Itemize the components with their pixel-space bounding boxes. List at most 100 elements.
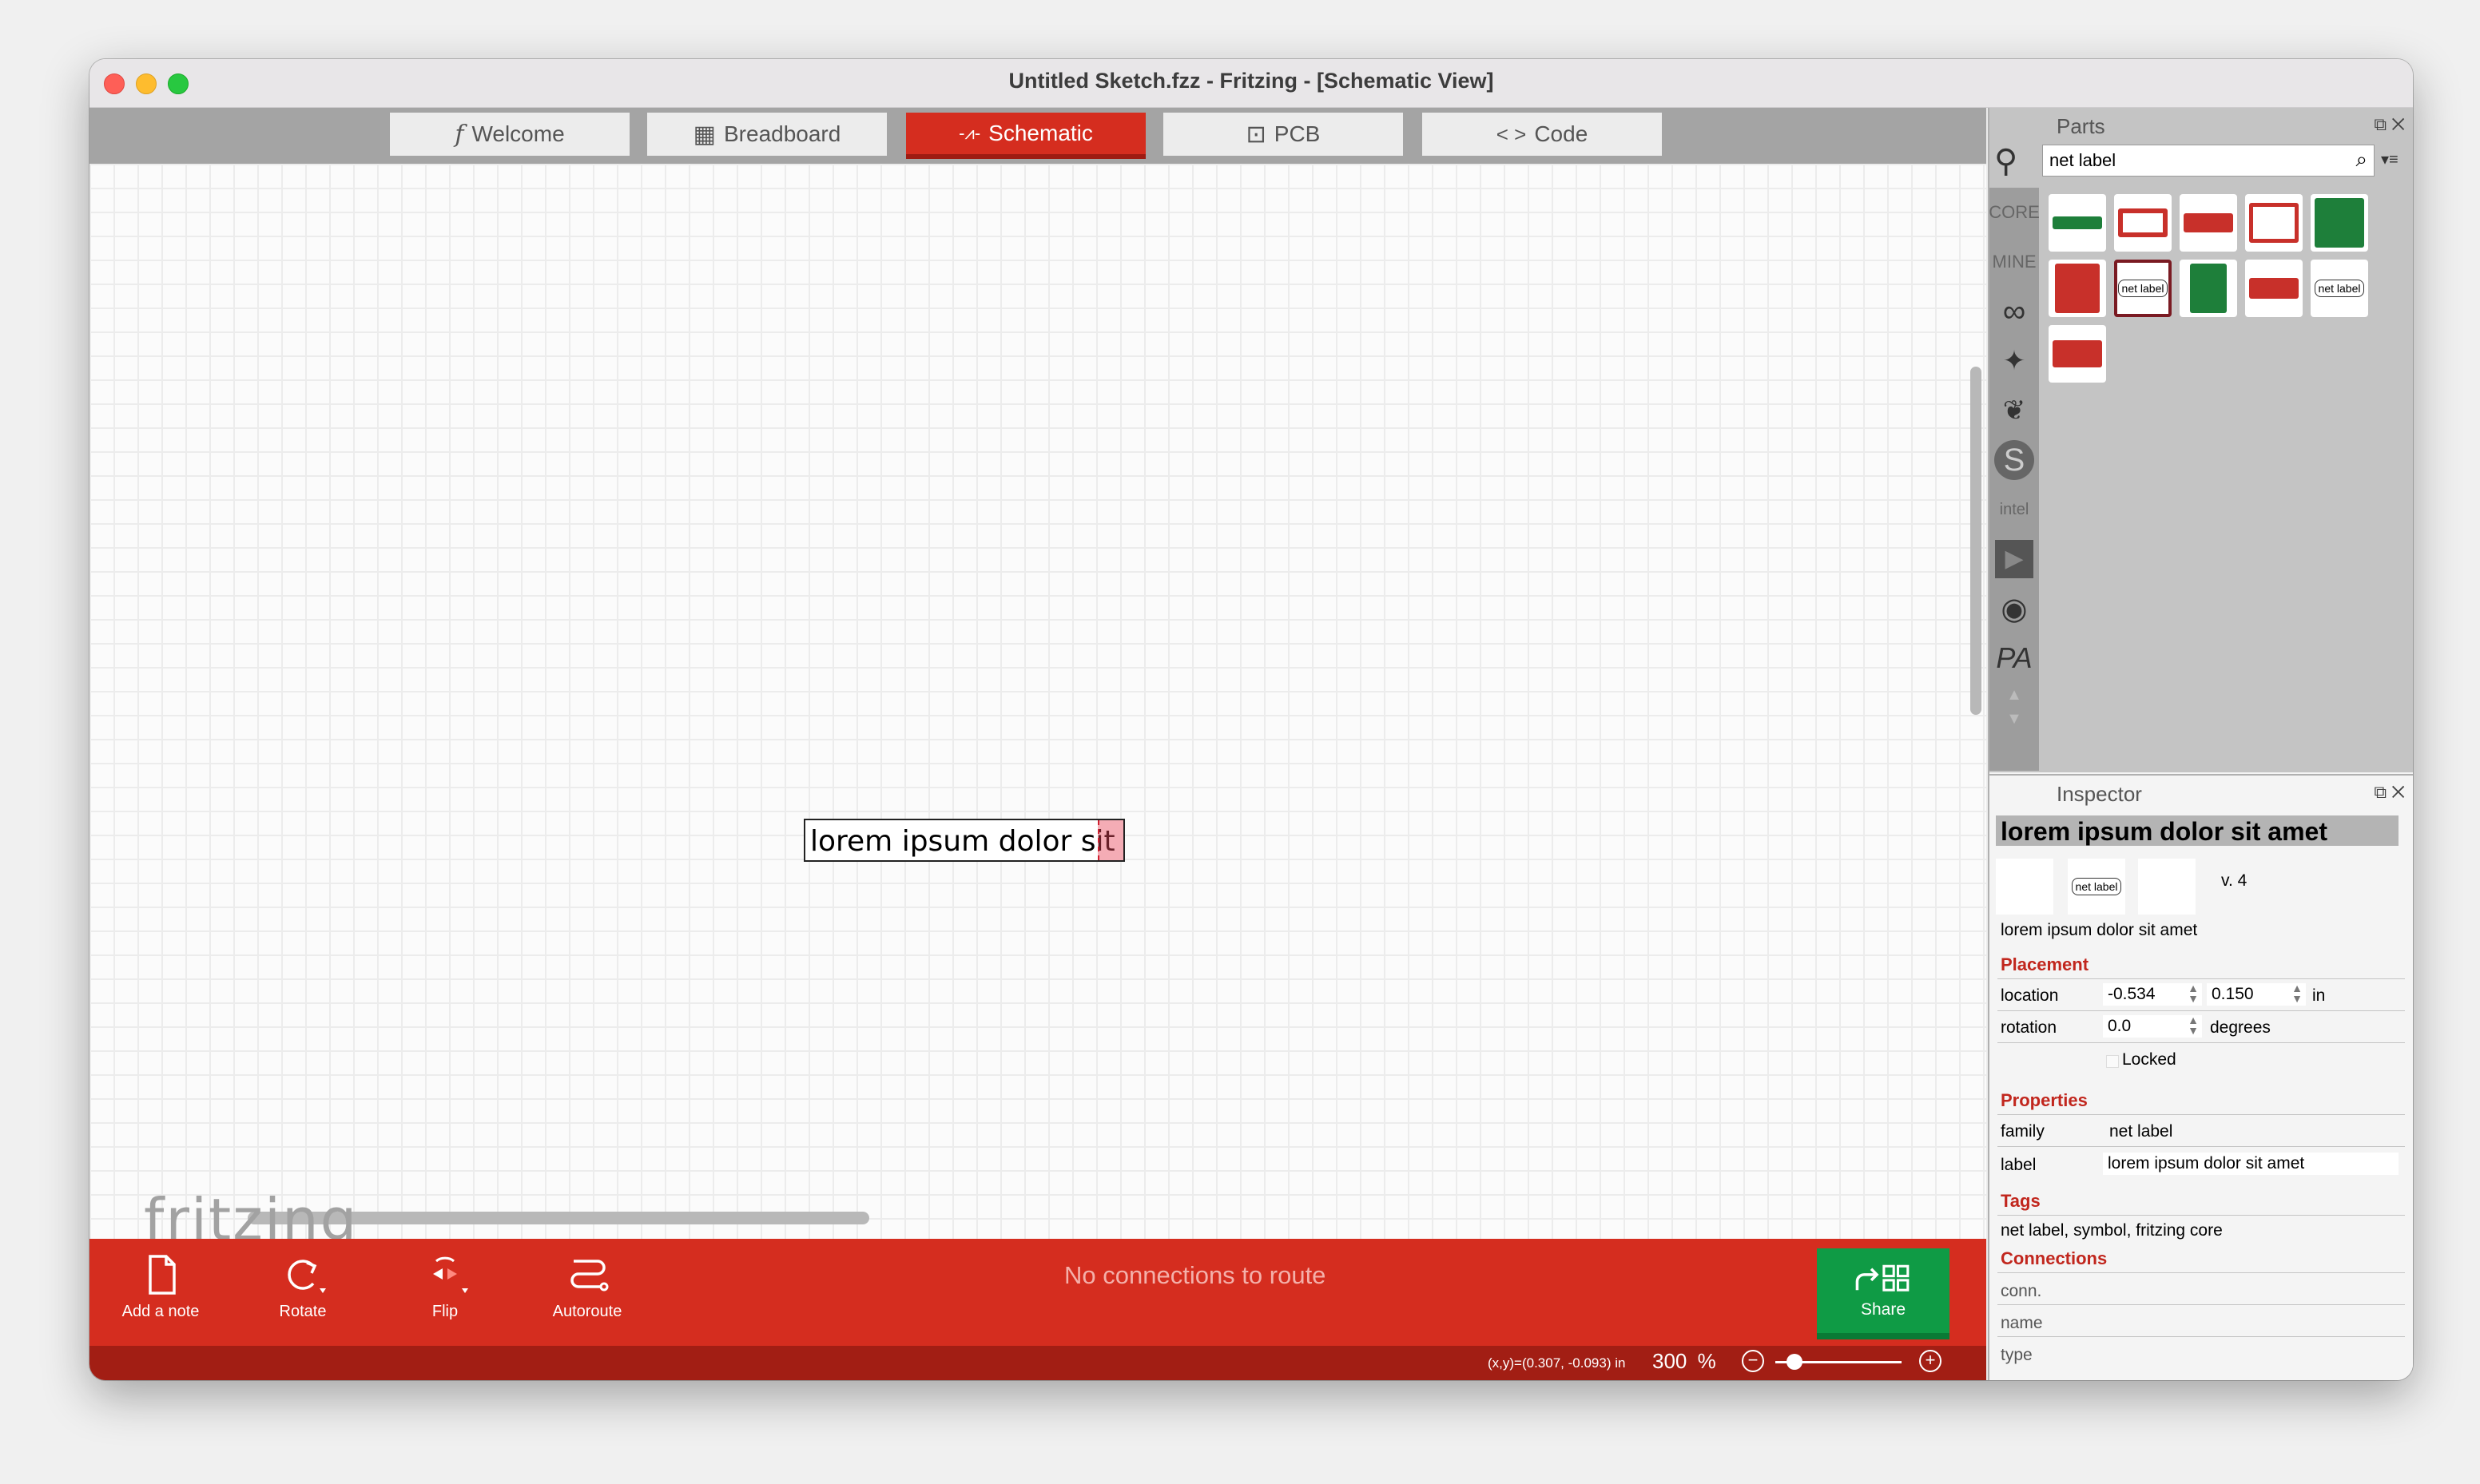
breadboard-view-thumb bbox=[1996, 859, 2053, 915]
spinner-arrows-icon[interactable]: ▲ ▼ bbox=[2291, 982, 2303, 1004]
autoroute-icon bbox=[570, 1260, 609, 1292]
net-label-part[interactable]: lorem ipsum dolor sit an bbox=[804, 819, 1125, 862]
inspector-panel-controls[interactable]: ⧉ ✕ bbox=[2374, 782, 2405, 803]
inspector-title: Inspector bbox=[2057, 782, 2142, 806]
tab-welcome[interactable]: f Welcome bbox=[390, 113, 630, 156]
schematic-canvas[interactable]: lorem ipsum dolor sit an fritzing bbox=[89, 164, 1986, 1253]
part-result[interactable] bbox=[2180, 194, 2237, 252]
sparkfun-icon[interactable]: ✦ bbox=[1989, 336, 2039, 386]
magnifier-icon[interactable]: ⌕ bbox=[2355, 147, 2367, 173]
share-icon bbox=[1855, 1264, 1910, 1292]
share-label: Share bbox=[1860, 1300, 1906, 1319]
divider bbox=[1997, 978, 2405, 979]
pcb-view-thumb bbox=[2138, 859, 2196, 915]
conn-row-label: conn. bbox=[2001, 1282, 2042, 1300]
bin-mine[interactable]: MINE bbox=[1989, 237, 2039, 287]
divider bbox=[1997, 1114, 2405, 1115]
part-description: lorem ipsum dolor sit amet bbox=[2001, 921, 2198, 939]
part-result-net-label-selected[interactable]: net label bbox=[2114, 260, 2172, 317]
right-dock: Parts ⧉ ✕ ⚲ net label ⌕ ▾≡ CORE MINE ∞ ✦… bbox=[1988, 108, 2413, 1380]
intel-icon[interactable]: intel bbox=[1989, 485, 2039, 534]
connections-heading: Connections bbox=[2001, 1248, 2108, 1268]
part-result[interactable] bbox=[2180, 260, 2237, 317]
location-y-input[interactable]: 0.150 ▲ ▼ bbox=[2207, 982, 2306, 1006]
tags-value: net label, symbol, fritzing core bbox=[2001, 1221, 2223, 1240]
part-result[interactable] bbox=[2245, 260, 2303, 317]
vertical-scrollbar[interactable] bbox=[1970, 367, 1981, 715]
location-y-value: 0.150 bbox=[2212, 985, 2254, 1003]
arduino-icon[interactable]: ∞ bbox=[1989, 287, 2039, 336]
part-result[interactable] bbox=[2049, 325, 2106, 383]
rotate-icon bbox=[288, 1260, 326, 1293]
parts-bin-list: CORE MINE ∞ ✦ ❦ S intel ▶ ◉ PA ▲ ▼ bbox=[1989, 188, 2040, 771]
divider bbox=[1997, 1336, 2405, 1337]
autoroute-label: Autoroute bbox=[552, 1303, 622, 1320]
part-result[interactable] bbox=[2049, 260, 2106, 317]
divider bbox=[1997, 1042, 2405, 1043]
view-tab-bar: f Welcome ▦ Breadboard -⩘- Schematic ⊡ P… bbox=[89, 108, 1986, 164]
bin-core[interactable]: CORE bbox=[1989, 188, 2040, 237]
search-icon[interactable]: ⚲ bbox=[1994, 143, 2017, 180]
tab-label: Schematic bbox=[988, 121, 1093, 145]
divider bbox=[1997, 1304, 2405, 1305]
spinner-arrows-icon[interactable]: ▲ ▼ bbox=[2188, 1014, 2199, 1036]
location-label: location bbox=[2001, 986, 2059, 1005]
app-window: Untitled Sketch.fzz - Fritzing - [Schema… bbox=[89, 59, 2413, 1380]
seeed-icon[interactable]: ❦ bbox=[1989, 386, 2039, 435]
tab-label: Breadboard bbox=[724, 121, 841, 146]
add-note-button[interactable]: Add a note bbox=[101, 1247, 221, 1338]
part-result-net-label[interactable]: net label bbox=[2311, 260, 2368, 317]
locked-checkbox[interactable] bbox=[2106, 1055, 2119, 1068]
parts-panel-controls[interactable]: ⧉ ✕ bbox=[2374, 114, 2405, 135]
cursor-coordinates: (x,y)=(0.307, -0.093) in bbox=[1488, 1355, 1626, 1371]
flip-button[interactable]: Flip bbox=[385, 1247, 505, 1338]
location-unit: in bbox=[2312, 986, 2326, 1005]
placement-heading: Placement bbox=[2001, 954, 2089, 974]
inspector-panel: Inspector ⧉ ✕ lorem ipsum dolor sit amet… bbox=[1989, 774, 2413, 1380]
bin-scroll-up-icon[interactable]: ▲ bbox=[1989, 683, 2039, 707]
flip-icon bbox=[433, 1256, 468, 1293]
tab-breadboard[interactable]: ▦ Breadboard bbox=[647, 113, 887, 156]
rotation-input[interactable]: 0.0 ▲ ▼ bbox=[2103, 1014, 2202, 1038]
spinner-arrows-icon[interactable]: ▲ ▼ bbox=[2188, 982, 2199, 1004]
label-input[interactable]: lorem ipsum dolor sit amet bbox=[2103, 1153, 2399, 1175]
zoom-slider-thumb[interactable] bbox=[1786, 1354, 1802, 1370]
divider bbox=[1997, 1010, 2405, 1011]
snootlab-glyph: S bbox=[1994, 440, 2034, 480]
tab-pcb[interactable]: ⊡ PCB bbox=[1163, 113, 1403, 156]
label-label: label bbox=[2001, 1156, 2037, 1174]
tab-code[interactable]: < > Code bbox=[1422, 113, 1662, 156]
bottom-toolbar: Add a note Rotate Flip Autoroute No conn… bbox=[89, 1239, 1986, 1346]
play-glyph: ▶ bbox=[1995, 540, 2033, 578]
pa-icon[interactable]: PA bbox=[1989, 633, 2039, 683]
net-label-selection-handle[interactable] bbox=[1098, 820, 1123, 860]
share-button[interactable]: Share bbox=[1817, 1248, 1949, 1339]
net-label-thumb: net label bbox=[2071, 878, 2122, 895]
rotation-value: 0.0 bbox=[2108, 1017, 2132, 1035]
zoom-in-icon[interactable]: + bbox=[1919, 1350, 1941, 1372]
divider bbox=[1997, 1272, 2405, 1273]
rotate-button[interactable]: Rotate bbox=[243, 1247, 363, 1338]
location-x-input[interactable]: -0.534 ▲ ▼ bbox=[2103, 982, 2202, 1006]
snootlab-icon[interactable]: S bbox=[1989, 435, 2039, 485]
part-result[interactable] bbox=[2114, 194, 2172, 252]
main-area: f Welcome ▦ Breadboard -⩘- Schematic ⊡ P… bbox=[89, 108, 1986, 1380]
part-result[interactable] bbox=[2245, 194, 2303, 252]
part-result[interactable] bbox=[2311, 194, 2368, 252]
resistor-icon: -⩘- bbox=[959, 123, 981, 143]
divider bbox=[1997, 1215, 2405, 1216]
zoom-level: 300 % bbox=[1652, 1349, 1716, 1374]
parts-search-input[interactable]: net label ⌕ bbox=[2042, 145, 2375, 177]
bin-scroll-down-icon[interactable]: ▼ bbox=[1989, 707, 2039, 731]
zoom-out-icon[interactable]: − bbox=[1742, 1350, 1764, 1372]
part-result[interactable] bbox=[2049, 194, 2106, 252]
autoroute-button[interactable]: Autoroute bbox=[527, 1247, 647, 1338]
lilypad-icon[interactable]: ◉ bbox=[1989, 584, 2039, 633]
play-icon[interactable]: ▶ bbox=[1989, 534, 2039, 584]
schematic-view-thumb: net label bbox=[2068, 859, 2125, 915]
zoom-unit: % bbox=[1697, 1349, 1716, 1373]
search-options-menu-icon[interactable]: ▾≡ bbox=[2381, 149, 2399, 169]
tab-label: Code bbox=[1534, 121, 1588, 146]
code-icon: < > bbox=[1496, 121, 1527, 146]
tab-schematic[interactable]: -⩘- Schematic bbox=[906, 113, 1146, 159]
